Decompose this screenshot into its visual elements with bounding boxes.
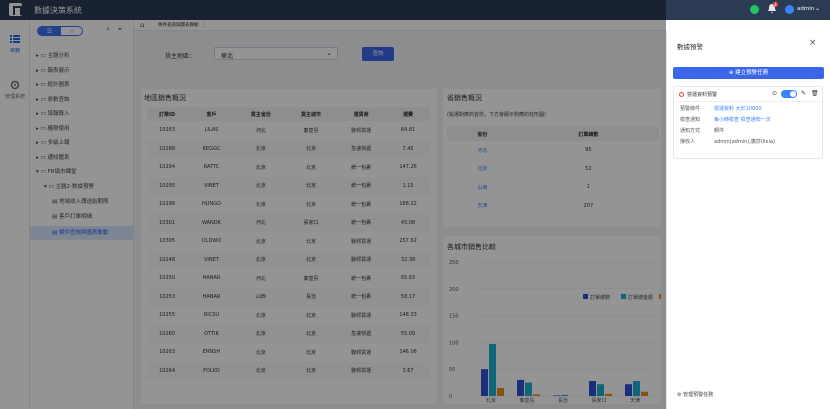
chevron-down-icon[interactable]: ⌄ (815, 5, 820, 19)
rule-detail-row: 預警條件 營運資料 大於10000 (680, 105, 762, 112)
rule-detail-value: 營運資料 大於10000 (714, 106, 762, 112)
bell-icon[interactable]: 3 (767, 2, 779, 17)
modal-overlay[interactable] (0, 0, 666, 409)
rule-detail-label: 檢查通知 (680, 117, 701, 123)
rule-detail-row: 檢查通知 每小時檢查 檢查通知一次 (680, 116, 771, 123)
rule-detail-row: 接收人 admin(admin),廣莎(lixia) (680, 138, 775, 145)
manage-alerts-label: 管理預警任務 (683, 392, 714, 398)
create-alert-button[interactable]: ⊕ 建立預警任務 (673, 67, 824, 79)
create-alert-label: 建立預警任務 (735, 70, 769, 76)
edit-icon[interactable]: ✎ (801, 90, 806, 97)
alert-drawer: 數據預警 × ⊕ 建立預警任務 營運資料預警 ⊙ ✎ 🗑 預警條件 營運資料 大於… (666, 31, 830, 409)
alert-rule-card: 營運資料預警 ⊙ ✎ 🗑 預警條件 營運資料 大於10000 檢查通知 每小時檢查 檢… (673, 86, 823, 159)
rule-detail-value: 每小時檢查 檢查通知一次 (714, 117, 771, 123)
delete-icon[interactable]: 🗑 (811, 90, 819, 97)
avatar[interactable] (785, 3, 795, 17)
rule-detail-label: 接收人 (680, 139, 696, 145)
notification-badge: 3 (773, 2, 778, 7)
rule-detail-label: 預警條件 (680, 106, 701, 112)
rule-detail-value: admin(admin),廣莎(lixia) (714, 139, 775, 145)
rule-detail-value: 郵件 (714, 128, 725, 134)
rule-detail-label: 通知方式 (680, 128, 701, 134)
rule-detail-row: 通知方式 郵件 (680, 127, 724, 134)
user-menu[interactable]: admin (797, 6, 814, 20)
alert-status-icon (679, 92, 684, 97)
play-icon[interactable]: ⊙ (772, 90, 777, 97)
manage-alerts-link[interactable]: ⚙ 管理預警任務 (677, 391, 713, 398)
rule-name: 營運資料預警 (687, 92, 718, 98)
close-icon[interactable]: × (809, 38, 817, 48)
status-indicator-icon[interactable] (750, 3, 760, 17)
drawer-title: 數據預警 (677, 43, 703, 51)
rule-enabled-toggle[interactable] (781, 90, 797, 98)
